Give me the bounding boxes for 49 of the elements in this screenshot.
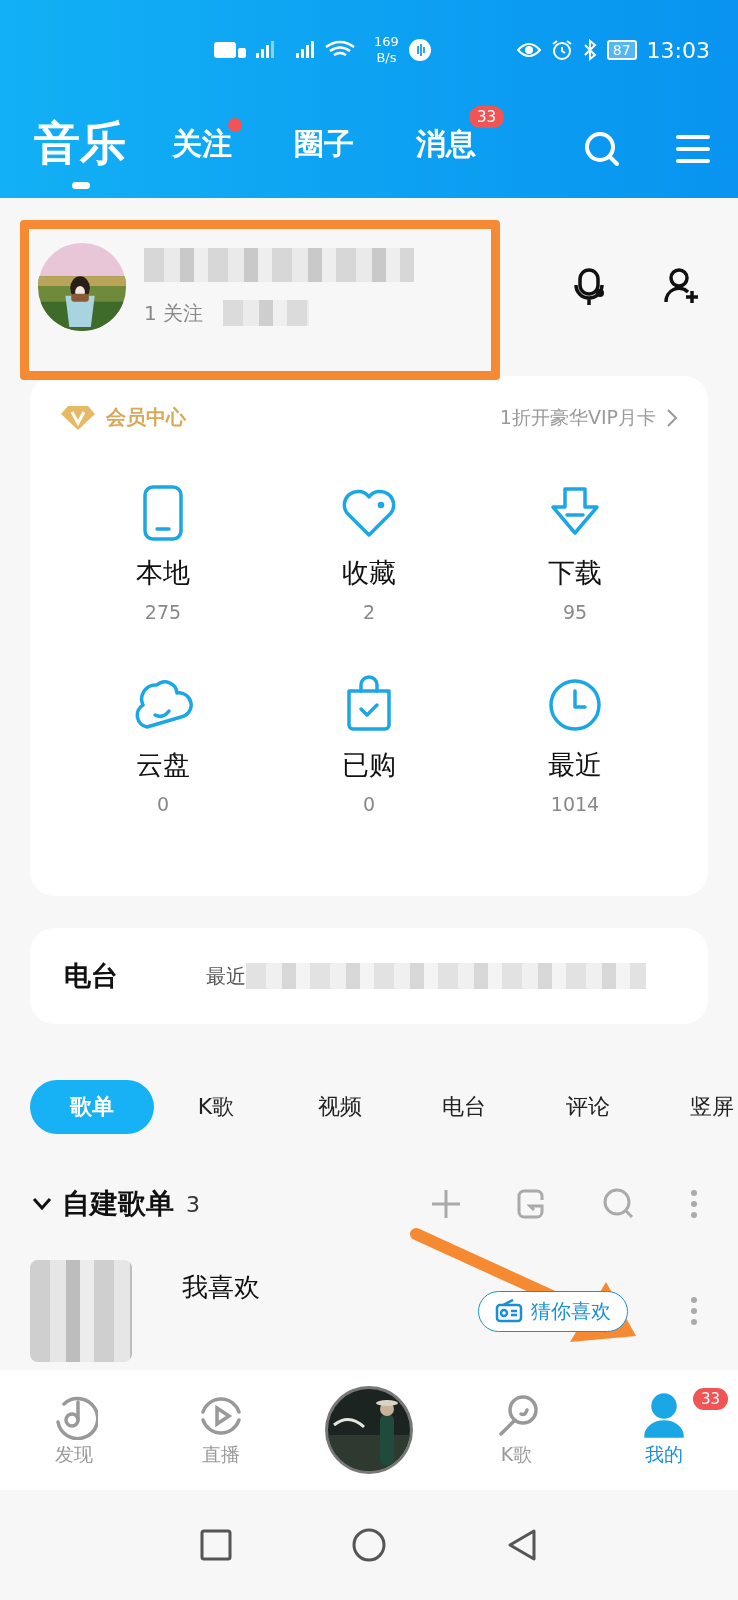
library-count: 95 [562, 601, 588, 623]
bluetooth-icon [582, 39, 597, 61]
library-label[interactable]: 收藏 [342, 555, 396, 591]
network-speed-unit: B/s [376, 50, 397, 66]
library-count: 2 [362, 601, 376, 623]
recent-label: 最近 [206, 962, 246, 990]
radio-title[interactable]: 电台 [64, 958, 206, 994]
notification-badge: 33 [693, 1388, 729, 1410]
add-friend-icon[interactable] [664, 267, 700, 305]
recent-apps-icon[interactable] [200, 1529, 232, 1561]
library-label[interactable]: 最近 [548, 747, 602, 783]
network-speed: 169 [374, 34, 399, 50]
active-indicator [72, 182, 90, 189]
library-count: 275 [144, 601, 182, 623]
search-icon[interactable] [584, 131, 620, 167]
content-tab[interactable]: K歌 [154, 1080, 278, 1134]
alarm-icon [550, 39, 573, 61]
menu-icon[interactable] [676, 134, 710, 164]
plus-icon[interactable] [430, 1188, 462, 1220]
content-tab[interactable]: 视频 [278, 1080, 402, 1134]
library-count: 0 [362, 793, 376, 815]
content-tab[interactable]: 竖屏 [650, 1080, 738, 1134]
library-label[interactable]: 本地 [136, 555, 190, 591]
diamond-v-icon [60, 404, 96, 431]
radio-icon [495, 1299, 523, 1323]
library-label[interactable]: 云盘 [136, 747, 190, 783]
message-count-badge: 33 [468, 105, 504, 128]
content-tab[interactable]: 电台 [402, 1080, 526, 1134]
chevron-down-icon[interactable] [32, 1197, 52, 1211]
library-count: 0 [156, 793, 170, 815]
library-count: 1014 [550, 793, 600, 815]
search-icon[interactable] [602, 1187, 636, 1221]
section-count: 3 [186, 1191, 200, 1217]
eye-icon [516, 41, 541, 59]
playlist-name[interactable]: 我喜欢 [182, 1270, 260, 1305]
library-label[interactable]: 已购 [342, 747, 396, 783]
voice-wave-icon [408, 39, 431, 61]
clock-time: 13:03 [646, 37, 710, 63]
more-icon[interactable] [690, 1296, 698, 1326]
guess-you-like-button[interactable]: 猜你喜欢 [478, 1290, 628, 1332]
battery-level: 87 [612, 42, 631, 58]
more-icon[interactable] [690, 1189, 698, 1219]
section-title[interactable]: 自建歌单 [62, 1185, 174, 1223]
library-label[interactable]: 下载 [548, 555, 602, 591]
chevron-right-icon [666, 407, 678, 428]
home-icon[interactable] [352, 1528, 386, 1562]
content-tab[interactable]: 评论 [526, 1080, 650, 1134]
back-icon[interactable] [506, 1528, 538, 1562]
blurred-playlist-cover[interactable] [30, 1260, 132, 1362]
